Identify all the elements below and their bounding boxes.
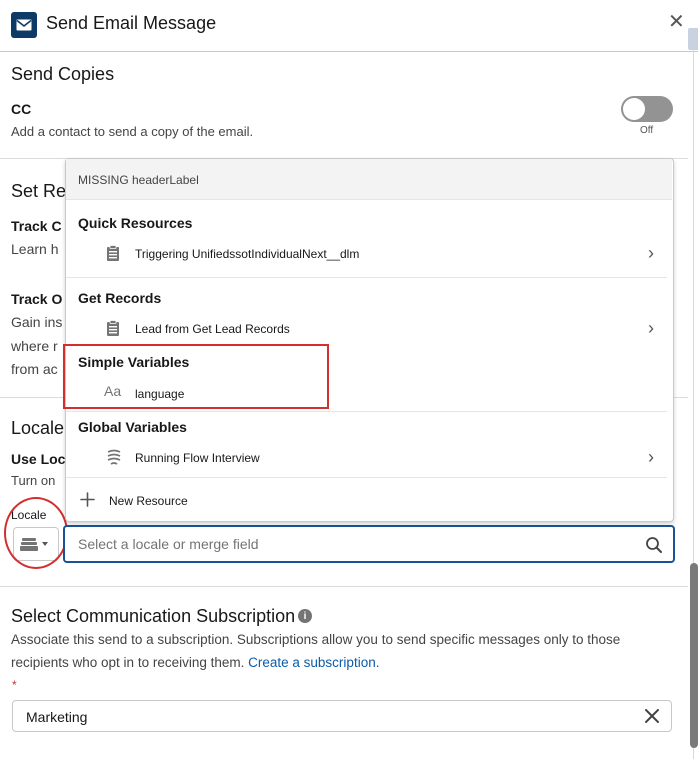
scrollbar-thumb[interactable] bbox=[690, 563, 698, 748]
use-locale-description: Turn on bbox=[11, 473, 56, 488]
list-item[interactable]: Running Flow Interview › bbox=[66, 444, 667, 472]
subscription-description-line-2: recipients who opt in to receiving them.… bbox=[11, 655, 379, 670]
group-separator bbox=[66, 411, 667, 412]
use-locale-label: Use Loc bbox=[11, 451, 66, 467]
annotation-circle bbox=[4, 497, 68, 569]
track-clicks-description: Learn h bbox=[11, 241, 59, 257]
chevron-right-icon: › bbox=[648, 447, 654, 467]
search-icon[interactable] bbox=[645, 536, 663, 554]
group-separator bbox=[66, 477, 667, 478]
clipboard-icon bbox=[107, 320, 119, 336]
group-title-get-records: Get Records bbox=[78, 290, 162, 306]
subscription-description-text: recipients who opt in to receiving them. bbox=[11, 655, 245, 670]
track-clicks-label: Track C bbox=[11, 218, 62, 234]
section-divider bbox=[0, 586, 688, 587]
modal-title: Send Email Message bbox=[46, 13, 217, 33]
new-resource-button[interactable]: New Resource bbox=[66, 485, 667, 515]
plus-icon bbox=[80, 492, 95, 507]
cc-description: Add a contact to send a copy of the emai… bbox=[11, 124, 254, 139]
clipboard-icon bbox=[107, 245, 119, 261]
locale-section-title: Locale bbox=[11, 418, 65, 438]
group-separator bbox=[66, 277, 667, 278]
subscription-description-line-1: Associate this send to a subscription. S… bbox=[11, 632, 621, 647]
track-opens-label: Track O bbox=[11, 291, 63, 307]
item-label: Running Flow Interview bbox=[135, 451, 260, 465]
scrollbar-up-button[interactable] bbox=[688, 28, 698, 50]
group-title-global-variables: Global Variables bbox=[78, 419, 187, 435]
locale-combobox[interactable] bbox=[63, 525, 675, 563]
item-label: Triggering UnifiedssotIndividualNext__dl… bbox=[135, 247, 360, 261]
chevron-right-icon: › bbox=[648, 243, 654, 263]
cc-label: CC bbox=[11, 101, 32, 117]
chevron-right-icon: › bbox=[648, 318, 654, 338]
clear-icon[interactable] bbox=[645, 709, 659, 723]
track-opens-description-line-3: from ac bbox=[11, 361, 58, 377]
dropdown-header-label: MISSING headerLabel bbox=[78, 173, 199, 187]
new-resource-label: New Resource bbox=[109, 494, 188, 508]
subscription-title: Select Communication Subscription bbox=[11, 606, 296, 626]
required-marker: * bbox=[12, 678, 17, 692]
subscription-value: Marketing bbox=[26, 709, 88, 725]
item-label: Lead from Get Lead Records bbox=[135, 322, 290, 336]
create-subscription-link[interactable]: Create a subscription. bbox=[248, 655, 379, 670]
annotation-highlight-box bbox=[63, 344, 329, 409]
group-title-quick-resources: Quick Resources bbox=[78, 215, 193, 231]
track-opens-description-line-2: where r bbox=[11, 338, 58, 354]
close-icon[interactable]: ✕ bbox=[668, 12, 685, 32]
list-item[interactable]: Lead from Get Lead Records › bbox=[66, 316, 667, 344]
info-icon[interactable]: i bbox=[298, 609, 312, 623]
send-copies-title: Send Copies bbox=[11, 64, 115, 84]
list-item[interactable]: Triggering UnifiedssotIndividualNext__dl… bbox=[66, 240, 667, 268]
email-icon bbox=[11, 12, 37, 38]
cc-toggle-knob bbox=[623, 98, 645, 120]
track-opens-description-line-1: Gain ins bbox=[11, 314, 63, 330]
flow-icon bbox=[107, 449, 121, 465]
cc-toggle-state: Off bbox=[640, 125, 654, 136]
subscription-combobox[interactable]: Marketing bbox=[12, 700, 672, 732]
locale-input[interactable] bbox=[65, 527, 618, 561]
